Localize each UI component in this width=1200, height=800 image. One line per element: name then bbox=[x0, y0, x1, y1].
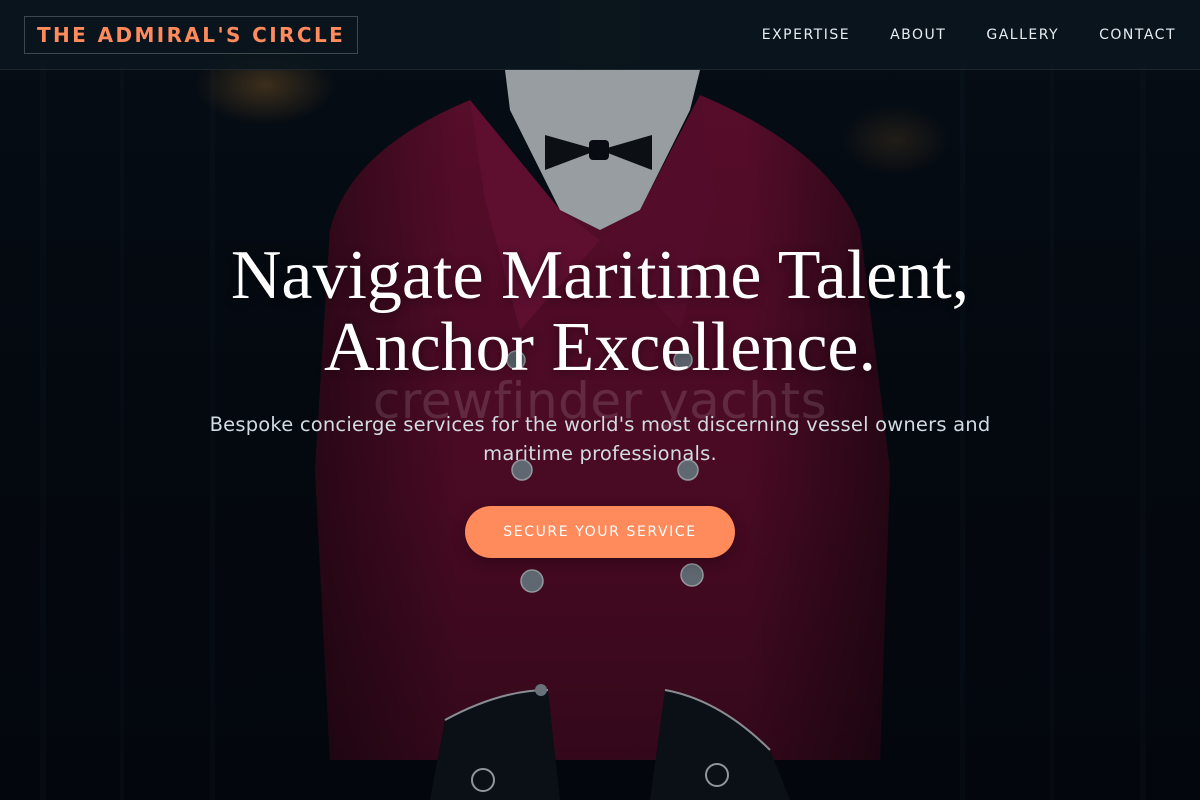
brand-logo[interactable]: THE ADMIRAL'S CIRCLE bbox=[24, 16, 359, 54]
site-header: THE ADMIRAL'S CIRCLE EXPERTISE ABOUT GAL… bbox=[0, 0, 1200, 70]
hero-title: Navigate Maritime Talent, Anchor Excelle… bbox=[0, 240, 1200, 384]
main-nav: EXPERTISE ABOUT GALLERY CONTACT bbox=[762, 0, 1176, 70]
nav-link-gallery[interactable]: GALLERY bbox=[986, 27, 1059, 43]
hero-title-line-2: Anchor Excellence. bbox=[324, 309, 876, 386]
nav-link-about[interactable]: ABOUT bbox=[890, 27, 946, 43]
secure-service-button[interactable]: SECURE YOUR SERVICE bbox=[465, 506, 735, 558]
hero-section: Navigate Maritime Talent, Anchor Excelle… bbox=[0, 240, 1200, 384]
nav-link-expertise[interactable]: EXPERTISE bbox=[762, 27, 850, 43]
nav-link-contact[interactable]: CONTACT bbox=[1099, 27, 1176, 43]
hero-title-line-1: Navigate Maritime Talent, bbox=[230, 237, 970, 314]
hero-subtitle: Bespoke concierge services for the world… bbox=[209, 413, 991, 465]
